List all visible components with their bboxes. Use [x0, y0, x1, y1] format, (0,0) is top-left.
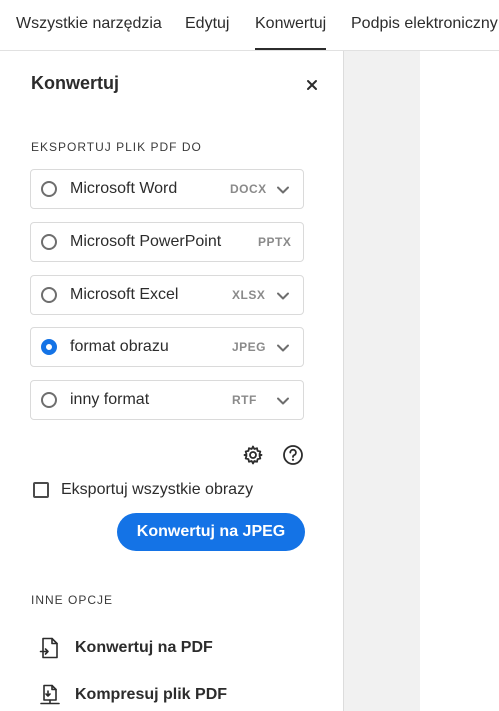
- radio-microsoft-powerpoint[interactable]: [41, 234, 57, 250]
- convert-panel: Konwertuj EKSPORTUJ PLIK PDF DO Microsof…: [0, 51, 344, 711]
- tab-edit[interactable]: Edytuj: [185, 0, 229, 50]
- top-tab-bar: Wszystkie narzędzia Edytuj Konwertuj Pod…: [0, 0, 499, 51]
- chevron-down-icon[interactable]: [276, 289, 290, 303]
- convert-to-pdf-item[interactable]: Konwertuj na PDF: [38, 636, 278, 664]
- document-page: [420, 51, 499, 711]
- convert-to-pdf-icon: [39, 637, 58, 659]
- close-icon: [307, 80, 317, 90]
- radio-microsoft-excel[interactable]: [41, 287, 57, 303]
- radio-other-format[interactable]: [41, 392, 57, 408]
- tool-label: Kompresuj plik PDF: [75, 686, 228, 703]
- document-area-background: [344, 51, 420, 711]
- chevron-down-icon[interactable]: [276, 183, 290, 197]
- chevron-down-icon[interactable]: [276, 394, 290, 408]
- option-label: Microsoft PowerPoint: [70, 233, 222, 250]
- option-image-format[interactable]: format obrazu JPEG: [30, 327, 304, 367]
- option-extension: JPEG: [232, 340, 267, 354]
- panel-title: Konwertuj: [31, 73, 119, 93]
- tab-convert[interactable]: Konwertuj: [255, 0, 327, 50]
- option-other-format[interactable]: inny format RTF: [30, 380, 304, 420]
- radio-image-format[interactable]: [41, 339, 57, 355]
- help-button[interactable]: [282, 444, 304, 466]
- compress-pdf-icon: [40, 684, 60, 705]
- option-microsoft-excel[interactable]: Microsoft Excel XLSX: [30, 275, 304, 315]
- export-all-images-label: Eksportuj wszystkie obrazy: [61, 481, 254, 498]
- option-microsoft-powerpoint[interactable]: Microsoft PowerPoint PPTX: [30, 222, 304, 262]
- option-label: inny format: [70, 391, 150, 408]
- option-label: format obrazu: [70, 338, 169, 355]
- tool-label: Konwertuj na PDF: [75, 639, 213, 656]
- convert-to-jpeg-button[interactable]: Konwertuj na JPEG: [117, 513, 305, 551]
- gear-icon: [243, 445, 263, 465]
- radio-microsoft-word[interactable]: [41, 181, 57, 197]
- option-extension: XLSX: [232, 288, 266, 302]
- option-microsoft-word[interactable]: Microsoft Word DOCX: [30, 169, 304, 209]
- export-all-images-checkbox[interactable]: [33, 482, 49, 498]
- compress-pdf-item[interactable]: Kompresuj plik PDF: [38, 683, 278, 711]
- export-section-label: EKSPORTUJ PLIK PDF DO: [31, 140, 202, 154]
- chevron-down-icon[interactable]: [276, 341, 290, 355]
- option-extension: RTF: [232, 393, 257, 407]
- close-button[interactable]: [302, 75, 322, 95]
- option-label: Microsoft Excel: [70, 286, 179, 303]
- option-extension: DOCX: [230, 182, 267, 196]
- option-extension: PPTX: [258, 235, 292, 249]
- option-label: Microsoft Word: [70, 180, 178, 197]
- tab-all-tools[interactable]: Wszystkie narzędzia: [16, 0, 162, 50]
- other-options-section-label: INNE OPCJE: [31, 593, 114, 607]
- tab-e-signature[interactable]: Podpis elektroniczny: [351, 0, 498, 50]
- settings-button[interactable]: [242, 444, 264, 466]
- help-icon: [283, 445, 303, 465]
